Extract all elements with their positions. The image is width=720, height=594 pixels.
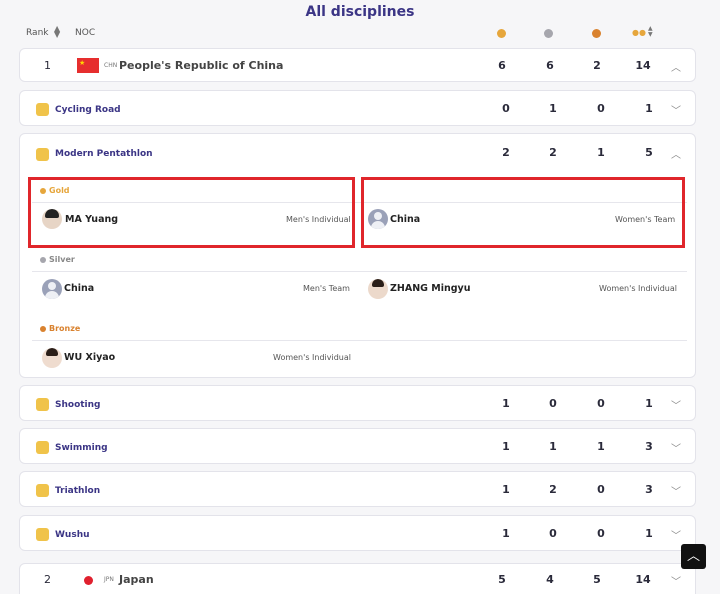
silver-count: 6 [546,59,554,72]
country-rank: 1 [44,59,51,72]
bronze-count: 1 [597,146,605,159]
gold-count: 0 [502,102,510,115]
gold-count: 2 [502,146,510,159]
divider [32,340,687,341]
chevron-down-icon[interactable]: ﹀ [671,102,681,117]
silver-count: 1 [549,440,557,453]
bronze-count: 0 [597,102,605,115]
athlete-photo [368,279,388,299]
country-name: Japan [119,573,154,586]
total-count: 3 [645,440,653,453]
country-rank: 2 [44,573,51,586]
bronze-count: 1 [597,440,605,453]
sort-icon[interactable]: ▲ ▼ [648,26,653,38]
modern-pentathlon-icon [36,148,49,161]
discipline-name: Modern Pentathlon [55,149,153,159]
country-row-chn[interactable]: 1 ★ CHN People's Republic of China 6 6 2… [19,48,696,82]
athlete-name[interactable]: ZHANG Mingyu [390,283,470,294]
discipline-row-modern-pentathlon[interactable]: Modern Pentathlon 2 2 1 5 ︿ Gold MA Yuan… [19,133,696,378]
table-header: Rank ▲ ▼ NOC ●● ▲ ▼ [0,25,720,44]
total-medals-icon[interactable]: ●● [632,28,646,37]
noc-code: CHN [104,62,118,69]
total-count: 3 [645,483,653,496]
chevron-down-icon[interactable]: ﹀ [671,573,681,588]
country-row-jpn[interactable]: 2 JPN Japan 5 4 5 14 ﹀ [19,563,696,594]
highlight-box [361,177,685,248]
highlight-box [28,177,355,248]
event-name: Women's Individual [599,284,677,293]
discipline-name: Swimming [55,443,108,453]
chevron-down-icon[interactable]: ﹀ [671,483,681,498]
chevron-down-icon[interactable]: ﹀ [671,440,681,455]
bronze-count: 2 [593,59,601,72]
silver-count: 2 [549,483,557,496]
chevron-up-icon[interactable]: ︿ [671,59,681,74]
discipline-name: Cycling Road [55,105,121,115]
athlete-photo [42,348,62,368]
bronze-section-label: Bronze [40,324,80,333]
silver-medal-icon [544,29,553,38]
gold-count: 1 [502,483,510,496]
event-name: Men's Team [303,284,350,293]
scroll-to-top-button[interactable]: ︿ [681,544,706,569]
total-count: 1 [645,102,653,115]
event-name: Women's Individual [273,353,351,362]
gold-count: 5 [498,573,506,586]
discipline-name: Shooting [55,400,101,410]
total-count: 1 [645,397,653,410]
silver-count: 0 [549,397,557,410]
country-name: People's Republic of China [119,59,284,72]
page-title: All disciplines [305,4,415,20]
total-count: 14 [635,59,651,72]
cycling-road-icon [36,103,49,116]
rank-header[interactable]: Rank [26,28,49,38]
chevron-down-icon[interactable]: ﹀ [671,527,681,542]
chevron-up-icon: ︿ [686,549,700,564]
japan-flag-icon [84,576,93,585]
discipline-row-triathlon[interactable]: Triathlon 1 2 0 3 ﹀ [19,471,696,507]
athlete-name[interactable]: WU Xiyao [64,352,115,363]
discipline-row-cycling-road[interactable]: Cycling Road 0 1 0 1 ﹀ [19,90,696,126]
shooting-icon [36,398,49,411]
divider [32,271,687,272]
chevron-up-icon[interactable]: ︿ [671,146,681,161]
swimming-icon [36,441,49,454]
silver-count: 0 [549,527,557,540]
team-name[interactable]: China [64,283,94,294]
wushu-icon [36,528,49,541]
chevron-down-icon[interactable]: ﹀ [671,397,681,412]
bronze-count: 5 [593,573,601,586]
discipline-name: Wushu [55,530,90,540]
total-count: 5 [645,146,653,159]
sort-icon[interactable]: ▲ ▼ [54,25,60,39]
discipline-row-swimming[interactable]: Swimming 1 1 1 3 ﹀ [19,428,696,464]
total-count: 14 [635,573,651,586]
bronze-count: 0 [597,527,605,540]
discipline-name: Triathlon [55,486,101,496]
noc-header[interactable]: NOC [75,28,95,38]
gold-count: 1 [502,397,510,410]
silver-count: 2 [549,146,557,159]
discipline-row-wushu[interactable]: Wushu 1 0 0 1 ﹀ [19,515,696,551]
gold-count: 6 [498,59,506,72]
triathlon-icon [36,484,49,497]
bronze-medal-icon [592,29,601,38]
gold-medal-icon [497,29,506,38]
bronze-count: 0 [597,483,605,496]
china-flag-icon: ★ [77,58,99,73]
bronze-count: 0 [597,397,605,410]
silver-section-label: Silver [40,255,75,264]
total-count: 1 [645,527,653,540]
gold-count: 1 [502,440,510,453]
silver-count: 4 [546,573,554,586]
discipline-row-shooting[interactable]: Shooting 1 0 0 1 ﹀ [19,385,696,421]
gold-count: 1 [502,527,510,540]
noc-code: JPN [104,576,114,583]
team-avatar-icon [42,279,62,299]
silver-count: 1 [549,102,557,115]
